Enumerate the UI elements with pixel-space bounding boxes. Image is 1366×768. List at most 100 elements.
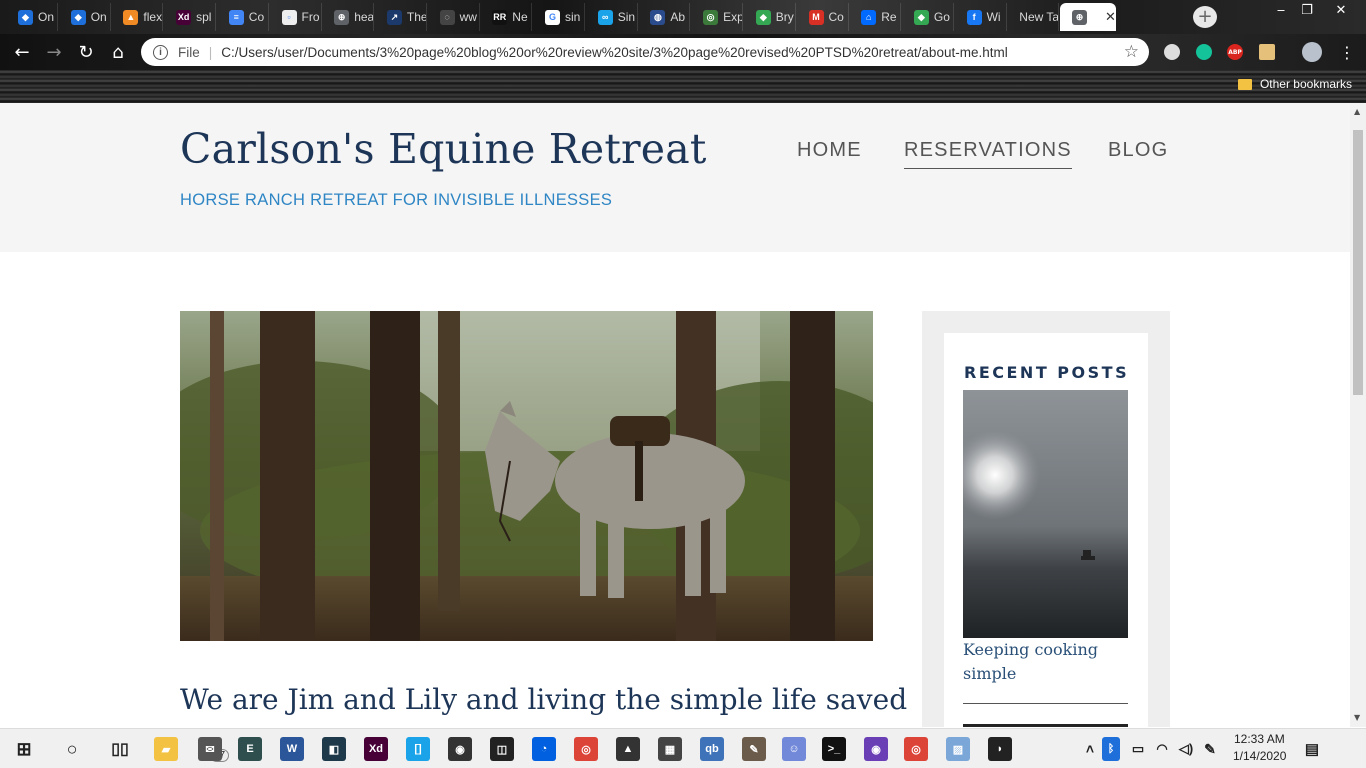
adblock-plus-icon[interactable]: ABP <box>1227 44 1243 60</box>
image-viewer-icon[interactable]: ▨ <box>946 737 970 761</box>
post-thumbnail[interactable] <box>963 390 1128 638</box>
task-view-icon[interactable]: ▯▯ <box>108 737 132 761</box>
terminal-icon[interactable]: >_ <box>822 737 846 761</box>
page-scrollbar[interactable]: ▲ ▼ <box>1350 103 1366 727</box>
discord-icon[interactable]: ☺ <box>782 737 806 761</box>
address-bar[interactable]: i File | C:/Users/user/Documents/3%20pag… <box>141 38 1149 66</box>
site-title[interactable]: Carlson's Equine Retreat <box>180 125 707 173</box>
address-url[interactable]: C:/Users/user/Documents/3%20page%20blog%… <box>221 45 1007 60</box>
tab-label: Re <box>881 10 897 24</box>
clock-date[interactable]: 1/14/2020 <box>1233 749 1286 763</box>
nav-blog[interactable]: BLOG <box>1108 139 1168 168</box>
scrollbar-thumb[interactable] <box>1353 130 1363 395</box>
app-dark-icon[interactable]: ◧ <box>322 737 346 761</box>
app-car-icon[interactable]: ◗ <box>988 737 1012 761</box>
browser-tab[interactable]: ◎ Exp <box>691 3 744 31</box>
browser-tab[interactable]: ▲ flex <box>111 3 164 31</box>
tab-favicon-icon: ⊕ <box>334 9 350 25</box>
browser-tab[interactable]: ◆ On <box>59 3 111 31</box>
app-e-icon[interactable]: E <box>238 737 262 761</box>
inkscape-icon[interactable]: ▲ <box>616 737 640 761</box>
file-explorer-icon[interactable]: ▰ <box>154 737 178 761</box>
scroll-up-icon[interactable]: ▲ <box>1354 107 1360 116</box>
new-tab-button[interactable]: + <box>1193 6 1217 28</box>
browser-tab[interactable]: ▫ Fro <box>270 3 322 31</box>
restore-button[interactable]: ❐ <box>1292 0 1322 20</box>
menu-kebab-icon[interactable]: ⋮ <box>1336 41 1358 63</box>
podcast-app-icon[interactable]: ◉ <box>864 737 888 761</box>
nav-reservations[interactable]: RESERVATIONS <box>904 139 1072 169</box>
tab-label: flex <box>143 10 163 24</box>
notifications-icon[interactable]: ▤ <box>1300 737 1324 761</box>
browser-tab[interactable]: Gsin <box>533 3 585 31</box>
active-tab[interactable]: ⊕ ✕ <box>1060 3 1116 31</box>
tab-label: On <box>38 10 55 24</box>
tray-chevron-icon[interactable]: ˄ <box>1078 737 1102 761</box>
qbittorrent-icon[interactable]: qb <box>700 737 724 761</box>
recent-post-title[interactable]: Keeping cooking simple <box>963 638 1133 686</box>
tab-favicon-icon: Xd <box>176 9 192 25</box>
windows-start-icon[interactable]: ⊞ <box>12 737 36 761</box>
tab-close-icon[interactable]: ✕ <box>1105 9 1115 25</box>
wifi-icon[interactable]: ◠ <box>1150 737 1174 761</box>
tab-label: Co <box>828 10 844 24</box>
tab-favicon-icon: ◌ <box>439 9 455 25</box>
nav-home[interactable]: HOME <box>797 139 862 168</box>
reload-icon[interactable]: ↻ <box>75 41 97 63</box>
tab-favicon-icon: f <box>966 9 982 25</box>
grammarly-icon[interactable] <box>1196 44 1212 60</box>
home-icon[interactable]: ⌂ <box>107 41 129 63</box>
browser-tab[interactable]: f Wi <box>955 3 1007 31</box>
search-cortana-icon[interactable]: ○ <box>60 737 84 761</box>
tab-label: Co <box>248 10 265 24</box>
firefox-icon[interactable]: ◔ <box>532 737 556 761</box>
browser-tab[interactable]: ◆ Go <box>902 3 954 31</box>
app-box-icon[interactable]: ◫ <box>490 737 514 761</box>
tab-label: Wi <box>986 10 1001 24</box>
volume-icon[interactable]: ◁) <box>1174 737 1198 761</box>
post-thumbnail-2[interactable] <box>963 724 1128 727</box>
browser-tab[interactable]: Xd spl <box>164 3 217 31</box>
chrome-icon-2[interactable]: ◎ <box>904 737 928 761</box>
browser-tab[interactable]: ⌂ Re <box>849 3 902 31</box>
horse-forest-photo <box>180 311 873 641</box>
gimp-icon[interactable]: ✎ <box>742 737 766 761</box>
browser-tab[interactable]: ≡ Co <box>217 3 269 31</box>
calculator-icon[interactable]: ▦ <box>658 737 682 761</box>
post-divider <box>963 703 1128 704</box>
mail-app-icon[interactable]: ✉ <box>198 737 222 761</box>
address-scheme: File <box>178 44 200 60</box>
clock-time[interactable]: 12:33 AM <box>1234 732 1285 746</box>
forward-arrow-icon[interactable]: → <box>43 41 65 63</box>
hero-image <box>180 311 873 641</box>
close-window-button[interactable]: ✕ <box>1326 0 1356 20</box>
chrome-icon[interactable]: ◎ <box>574 737 598 761</box>
browser-tab[interactable]: ◍ Ab <box>638 3 691 31</box>
browser-tab[interactable]: ↗ The <box>375 3 427 31</box>
site-info-icon[interactable]: i <box>153 44 168 60</box>
scroll-down-icon[interactable]: ▼ <box>1354 713 1360 722</box>
profile-avatar[interactable] <box>1302 42 1322 62</box>
battery-icon[interactable]: ▭ <box>1126 737 1150 761</box>
pen-icon[interactable]: ✎ <box>1198 737 1222 761</box>
browser-tab[interactable]: M Co <box>797 3 849 31</box>
browser-tab[interactable]: ◆ On <box>6 3 58 31</box>
back-arrow-icon[interactable]: ← <box>11 41 33 63</box>
adobe-xd-icon[interactable]: Xd <box>364 737 388 761</box>
bluetooth-icon[interactable]: ᛒ <box>1102 737 1120 761</box>
browser-tab[interactable]: New Ta <box>1007 3 1060 31</box>
browser-tab[interactable]: RR Ne <box>480 3 533 31</box>
half-moon-icon[interactable] <box>1164 44 1180 60</box>
browser-tab[interactable]: ◆ Bry <box>744 3 796 31</box>
browser-tab[interactable]: ∞ Sin <box>586 3 638 31</box>
tab-favicon-icon: ◆ <box>913 9 929 25</box>
browser-tab[interactable]: ⊕ hea <box>322 3 375 31</box>
word-icon[interactable]: W <box>280 737 304 761</box>
brackets-icon[interactable]: [] <box>406 737 430 761</box>
site-tagline: HORSE RANCH RETREAT FOR INVISIBLE ILLNES… <box>180 191 613 209</box>
other-bookmarks[interactable]: Other bookmarks <box>1237 77 1352 91</box>
extension-icon[interactable] <box>1259 44 1275 60</box>
browser-tab[interactable]: ◌ ww <box>428 3 480 31</box>
app-color-icon[interactable]: ◉ <box>448 737 472 761</box>
bookmark-star-icon[interactable]: ☆ <box>1124 42 1139 62</box>
